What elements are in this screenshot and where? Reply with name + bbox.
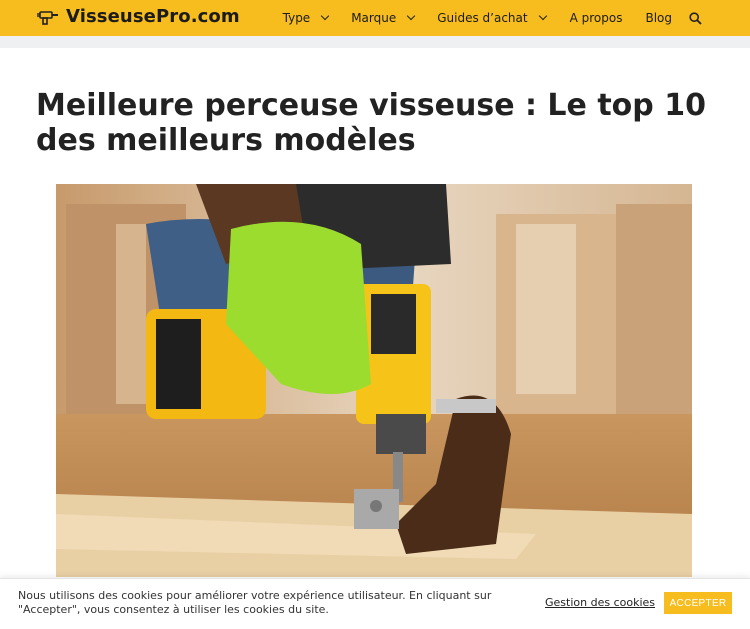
nav-item-label: Guides d’achat <box>437 11 528 25</box>
hero-image <box>56 184 692 577</box>
hero-photo <box>56 184 692 577</box>
nav-item-marque[interactable]: Marque <box>351 11 437 25</box>
chevron-down-icon <box>320 11 330 21</box>
search-button[interactable] <box>689 11 750 25</box>
nav-item-a-propos[interactable]: A propos <box>570 11 646 25</box>
site-header: VisseusePro.com Type Marque Guides d’ach… <box>0 0 750 36</box>
cookie-settings-link[interactable]: Gestion des cookies <box>545 596 655 609</box>
cookie-banner: Nous utilisons des cookies pour améliore… <box>0 578 750 629</box>
search-icon <box>689 11 702 25</box>
logo-text: VisseusePro.com <box>66 6 240 27</box>
nav-item-type[interactable]: Type <box>283 11 352 25</box>
nav-item-label: A propos <box>569 11 623 25</box>
nav-item-label: Type <box>282 11 311 25</box>
site-logo[interactable]: VisseusePro.com <box>36 6 240 27</box>
nav-item-label: Blog <box>645 11 672 25</box>
accept-cookies-button[interactable]: ACCEPTER <box>664 592 732 614</box>
chevron-down-icon <box>538 11 547 21</box>
drill-icon <box>37 10 58 25</box>
nav-item-label: Marque <box>351 11 397 25</box>
main-nav: Type Marque Guides d’achat A propos Blog <box>283 0 750 36</box>
nav-item-guides[interactable]: Guides d’achat <box>437 11 569 25</box>
nav-item-blog[interactable]: Blog <box>645 11 689 25</box>
page-title: Meilleure perceuse visseuse : Le top 10 … <box>36 88 706 158</box>
cookie-message: Nous utilisons des cookies pour améliore… <box>18 589 492 616</box>
chevron-down-icon <box>406 11 416 21</box>
